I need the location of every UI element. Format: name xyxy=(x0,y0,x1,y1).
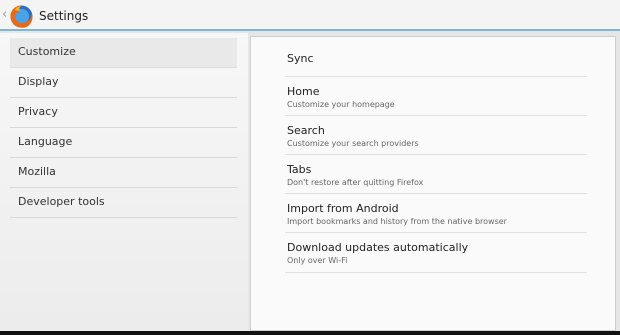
pref-title: Sync xyxy=(287,52,314,65)
header-item-language[interactable]: Language xyxy=(10,128,237,158)
pref-download-updates[interactable]: Download updates automatically Only over… xyxy=(285,233,587,273)
header-item-label: Privacy xyxy=(18,105,58,118)
pref-import-from-android[interactable]: Import from Android Import bookmarks and… xyxy=(285,194,587,233)
firefox-logo-icon[interactable] xyxy=(8,3,35,30)
page-title: Settings xyxy=(39,9,89,23)
pref-search[interactable]: Search Customize your search providers xyxy=(285,116,587,155)
header-item-mozilla[interactable]: Mozilla xyxy=(10,158,237,188)
pref-summary: Import bookmarks and history from the na… xyxy=(287,217,507,226)
header-item-label: Mozilla xyxy=(18,165,56,178)
pref-summary: Only over Wi-Fi xyxy=(287,256,348,265)
pref-summary: Customize your search providers xyxy=(287,139,419,148)
pref-summary: Customize your homepage xyxy=(287,100,395,109)
pref-title: Import from Android xyxy=(287,202,399,215)
pref-sync[interactable]: Sync xyxy=(285,39,587,77)
header-item-label: Display xyxy=(18,75,59,88)
header-item-developer-tools[interactable]: Developer tools xyxy=(10,188,237,218)
pref-summary: Don't restore after quitting Firefox xyxy=(287,178,424,187)
system-nav-bar xyxy=(0,331,620,335)
preferences-panel: Sync Home Customize your homepage Search… xyxy=(250,36,616,331)
pref-title: Home xyxy=(287,85,320,98)
header-item-label: Language xyxy=(18,135,73,148)
header-item-label: Customize xyxy=(18,45,76,58)
header-item-label: Developer tools xyxy=(18,195,105,208)
pref-tabs[interactable]: Tabs Don't restore after quitting Firefo… xyxy=(285,155,587,194)
header-list: Customize Display Privacy Language Mozil… xyxy=(0,33,248,331)
pref-title: Search xyxy=(287,124,325,137)
pref-title: Tabs xyxy=(287,163,312,176)
action-bar: ‹ Settings xyxy=(0,0,620,31)
pref-title: Download updates automatically xyxy=(287,241,469,254)
header-item-privacy[interactable]: Privacy xyxy=(10,98,237,128)
pref-home[interactable]: Home Customize your homepage xyxy=(285,77,587,116)
header-item-customize[interactable]: Customize xyxy=(10,38,237,68)
header-item-display[interactable]: Display xyxy=(10,68,237,98)
